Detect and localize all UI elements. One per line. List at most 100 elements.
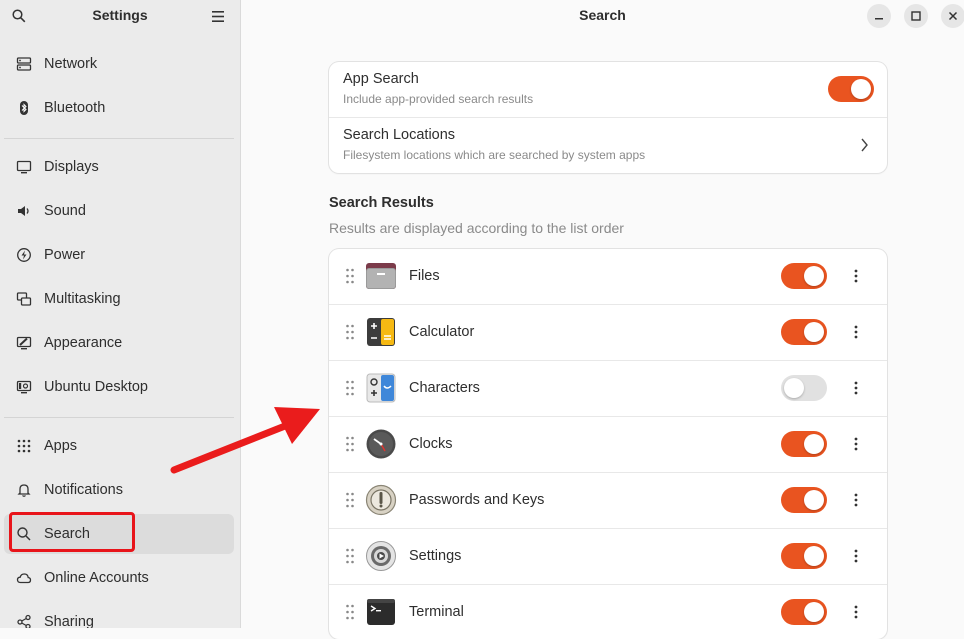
drag-handle-icon[interactable] — [345, 548, 355, 564]
settings-gear-icon — [366, 541, 396, 571]
ubuntu-desktop-icon — [16, 379, 32, 395]
app-search-row[interactable]: App Search Include app-provided search r… — [329, 62, 887, 118]
bluetooth-icon — [16, 100, 32, 116]
minimize-button[interactable] — [867, 4, 891, 28]
drag-handle-icon[interactable] — [345, 324, 355, 340]
sidebar-item-label: Online Accounts — [44, 570, 149, 586]
chevron-right-icon — [861, 138, 868, 152]
sidebar-item-ubuntu-desktop[interactable]: Ubuntu Desktop — [4, 365, 234, 409]
app-name: Clocks — [409, 436, 453, 452]
search-locations-subtitle: Filesystem locations which are searched … — [343, 148, 646, 162]
sidebar-item-sharing[interactable]: Sharing — [4, 600, 234, 628]
appearance-icon — [16, 335, 32, 351]
sidebar-separator — [4, 138, 234, 139]
sidebar-group-connectivity: Network Bluetooth — [0, 42, 240, 130]
characters-toggle[interactable] — [781, 375, 827, 401]
search-results-heading: Search Results — [329, 195, 434, 211]
more-options-icon[interactable] — [849, 603, 863, 621]
search-icon — [16, 526, 32, 542]
display-icon — [16, 159, 32, 175]
clocks-toggle[interactable] — [781, 431, 827, 457]
search-locations-title: Search Locations — [343, 127, 456, 143]
sidebar-item-multitasking[interactable]: Multitasking — [4, 277, 234, 321]
sidebar-item-label: Ubuntu Desktop — [44, 379, 148, 395]
app-name: Characters — [409, 380, 480, 396]
files-icon — [366, 263, 396, 289]
more-options-icon[interactable] — [849, 379, 863, 397]
sidebar-item-notifications[interactable]: Notifications — [4, 468, 234, 512]
search-result-passwords-and-keys[interactable]: Passwords and Keys — [329, 473, 887, 529]
close-icon — [948, 11, 958, 21]
search-result-terminal[interactable]: Terminal — [329, 585, 887, 639]
sidebar-item-displays[interactable]: Displays — [4, 145, 234, 189]
more-options-icon[interactable] — [849, 323, 863, 341]
maximize-icon — [911, 11, 921, 21]
sidebar-separator — [4, 417, 234, 418]
app-name: Passwords and Keys — [409, 492, 545, 508]
calculator-toggle[interactable] — [781, 319, 827, 345]
sidebar-item-sound[interactable]: Sound — [4, 189, 234, 233]
sidebar-item-appearance[interactable]: Appearance — [4, 321, 234, 365]
more-options-icon[interactable] — [849, 267, 863, 285]
search-options-card: App Search Include app-provided search r… — [329, 62, 887, 173]
search-result-characters[interactable]: Characters — [329, 361, 887, 417]
search-result-settings[interactable]: Settings — [329, 529, 887, 585]
sidebar-group-system: Apps Notifications Search Online Account… — [0, 424, 240, 628]
sidebar-item-online-accounts[interactable]: Online Accounts — [4, 556, 234, 600]
search-result-files[interactable]: Files — [329, 249, 887, 305]
main-panel: Search App Search Include app-provided s… — [241, 0, 964, 639]
app-name: Calculator — [409, 324, 475, 340]
sidebar-item-label: Notifications — [44, 482, 123, 498]
sidebar-item-bluetooth[interactable]: Bluetooth — [4, 86, 234, 130]
sidebar: Settings Network Bluetooth Displays Soun… — [0, 0, 241, 628]
drag-handle-icon[interactable] — [345, 604, 355, 620]
drag-handle-icon[interactable] — [345, 436, 355, 452]
search-results-description: Results are displayed according to the l… — [329, 220, 624, 236]
sidebar-item-label: Multitasking — [44, 291, 121, 307]
close-button[interactable] — [941, 4, 964, 28]
minimize-icon — [875, 18, 883, 20]
drag-handle-icon[interactable] — [345, 268, 355, 284]
sidebar-item-label: Appearance — [44, 335, 123, 351]
drag-handle-icon[interactable] — [345, 492, 355, 508]
sidebar-item-label: Network — [44, 56, 98, 72]
app-search-toggle[interactable] — [828, 76, 874, 102]
network-icon — [16, 56, 32, 72]
app-name: Terminal — [409, 604, 464, 620]
hamburger-menu-icon[interactable] — [208, 6, 228, 26]
passwords-and-keys-toggle[interactable] — [781, 487, 827, 513]
app-search-subtitle: Include app-provided search results — [343, 92, 534, 106]
maximize-button[interactable] — [904, 4, 928, 28]
terminal-icon — [367, 599, 395, 625]
calculator-icon — [367, 318, 395, 346]
sidebar-group-device: Displays Sound Power Multitasking Appear… — [0, 145, 240, 409]
sidebar-title: Settings — [92, 7, 148, 23]
files-toggle[interactable] — [781, 263, 827, 289]
sidebar-item-search[interactable]: Search — [4, 514, 234, 554]
cloud-icon — [16, 570, 32, 586]
sound-icon — [16, 203, 32, 219]
sidebar-item-network[interactable]: Network — [4, 42, 234, 86]
more-options-icon[interactable] — [849, 435, 863, 453]
power-icon — [16, 247, 32, 263]
more-options-icon[interactable] — [849, 491, 863, 509]
clocks-icon — [366, 429, 396, 459]
sidebar-item-label: Power — [44, 247, 86, 263]
sidebar-item-label: Bluetooth — [44, 100, 106, 116]
passwords-keys-icon — [365, 484, 397, 516]
bell-icon — [16, 482, 32, 498]
multitasking-icon — [16, 291, 32, 307]
search-result-calculator[interactable]: Calculator — [329, 305, 887, 361]
characters-icon — [366, 373, 396, 403]
sidebar-item-apps[interactable]: Apps — [4, 424, 234, 468]
settings-toggle[interactable] — [781, 543, 827, 569]
search-results-list: Files Calculator Characters Clocks Passw… — [329, 249, 887, 639]
drag-handle-icon[interactable] — [345, 380, 355, 396]
more-options-icon[interactable] — [849, 547, 863, 565]
search-result-clocks[interactable]: Clocks — [329, 417, 887, 473]
sidebar-item-power[interactable]: Power — [4, 233, 234, 277]
sidebar-item-label: Apps — [44, 438, 78, 454]
terminal-toggle[interactable] — [781, 599, 827, 625]
search-locations-row[interactable]: Search Locations Filesystem locations wh… — [329, 118, 887, 173]
sidebar-item-label: Sharing — [44, 614, 94, 628]
